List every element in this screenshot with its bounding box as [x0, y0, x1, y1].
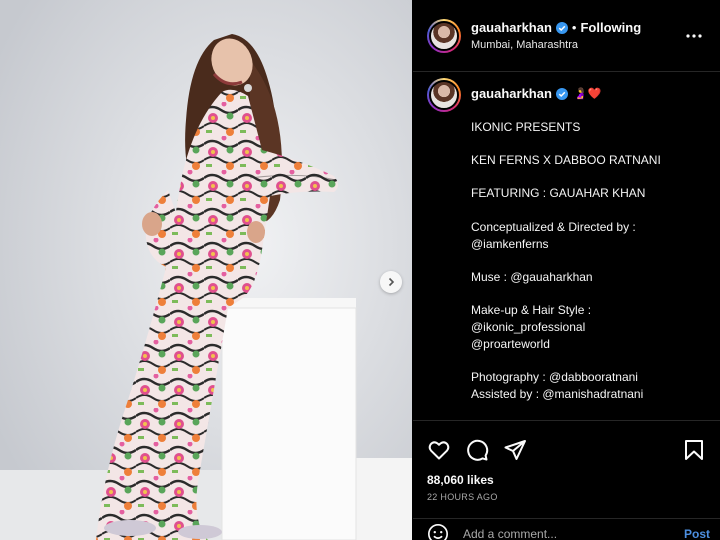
post-comment-button[interactable]: Post — [684, 527, 710, 540]
caption-line: Assisted by : @manishadratnani — [471, 386, 644, 401]
verified-badge-icon — [555, 21, 568, 34]
caption-username-link[interactable]: gauaharkhan — [471, 86, 552, 103]
caption-line: IKONIC PRESENTS — [471, 119, 581, 134]
comment-input[interactable] — [463, 526, 684, 540]
share-icon[interactable] — [503, 438, 527, 462]
verified-badge-icon — [555, 88, 568, 101]
likes-count[interactable]: 88,060 likes — [413, 467, 720, 487]
caption-line: KEN FERNS X DABBOO RATNANI — [471, 153, 661, 168]
comment-bar: Post — [413, 518, 720, 540]
mention-link[interactable]: @iamkenferns — [471, 236, 661, 253]
next-image-button[interactable] — [380, 271, 402, 293]
mention-link[interactable]: @proarteworld — [471, 336, 661, 353]
post-media[interactable] — [0, 0, 412, 540]
more-horizontal-icon — [686, 33, 702, 38]
more-options-button[interactable] — [682, 24, 706, 48]
mention-link[interactable]: @ikonic_professional — [471, 319, 661, 336]
post-header: gauaharkhan • Following Mumbai, Maharash… — [413, 0, 720, 72]
caption-line: Conceptualized & Directed by : — [471, 219, 636, 234]
caption-line: Make-up & Hair Style : — [471, 303, 592, 318]
bookmark-icon[interactable] — [682, 438, 706, 462]
emoji-icon[interactable] — [427, 523, 449, 540]
post-actions: 88,060 likes 22 HOURS AGO — [413, 420, 720, 502]
caption: gauaharkhan 🤰❤️ IKONIC PRESENTS KEN FERN… — [427, 78, 710, 418]
caption-line: Muse : @gauaharkhan — [471, 269, 593, 284]
caption-line: FEATURING : GAUAHAR KHAN — [471, 186, 646, 201]
avatar[interactable] — [427, 18, 461, 53]
comment-icon[interactable] — [465, 438, 489, 462]
post-timestamp[interactable]: 22 HOURS AGO — [413, 487, 720, 502]
caption-emojis: 🤰❤️ — [573, 88, 602, 100]
separator-dot: • — [571, 20, 577, 35]
caption-avatar[interactable] — [427, 78, 461, 112]
heart-icon[interactable] — [427, 438, 451, 462]
post-side-panel: gauaharkhan • Following Mumbai, Maharash… — [413, 0, 720, 540]
username-link[interactable]: gauaharkhan — [471, 20, 552, 35]
post-photo — [0, 0, 412, 540]
following-button[interactable]: Following — [580, 20, 641, 35]
chevron-right-icon — [388, 277, 395, 287]
caption-line: Photography : @dabbooratnani — [471, 370, 638, 385]
location-link[interactable]: Mumbai, Maharashtra — [471, 39, 682, 51]
